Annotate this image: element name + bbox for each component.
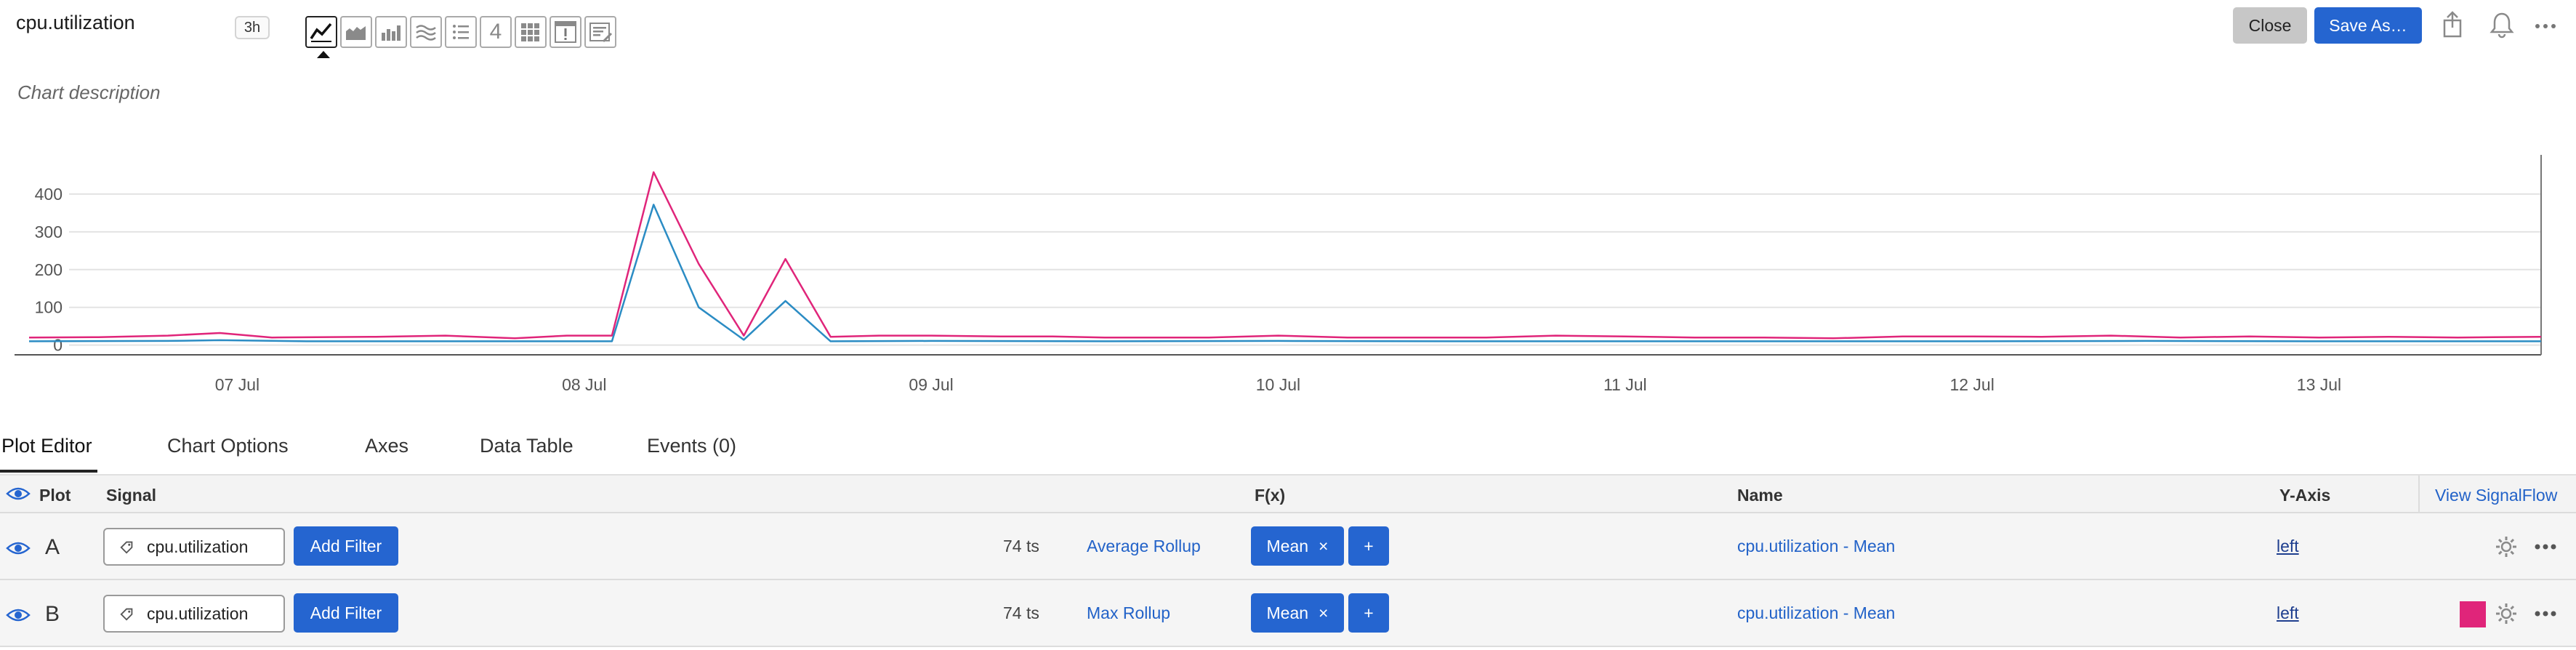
- tab-chart-options[interactable]: Chart Options: [167, 435, 289, 457]
- add-filter-button[interactable]: Add Filter: [294, 526, 398, 566]
- y-axis-link[interactable]: left: [2277, 603, 2299, 623]
- x-tick-label: 09 Jul: [909, 375, 953, 394]
- tag-icon: [120, 608, 133, 621]
- eye-icon[interactable]: [6, 606, 31, 628]
- fx-mean-pill[interactable]: Mean ×: [1251, 526, 1344, 566]
- chart-header: cpu.utilization 3h 4 Close Save As…: [0, 0, 2576, 65]
- plot-row-a: A cpu.utilization Add Filter 74 ts Avera…: [0, 513, 2576, 580]
- line-chart-icon[interactable]: [305, 16, 337, 58]
- fx-mean-label: Mean: [1266, 603, 1309, 622]
- tab-plot-editor[interactable]: Plot Editor: [1, 435, 92, 457]
- ts-count: 74 ts: [1003, 603, 1039, 622]
- header-signal: Signal: [106, 486, 157, 505]
- series-line-b: [28, 171, 2542, 340]
- chart-description[interactable]: Chart description: [17, 81, 161, 104]
- x-tick-label: 13 Jul: [2297, 375, 2341, 394]
- series-line-a: [28, 204, 2541, 342]
- tab-data-table[interactable]: Data Table: [480, 435, 573, 457]
- header-plot: Plot: [39, 486, 71, 505]
- plot-name[interactable]: cpu.utilization - Mean: [1737, 537, 1895, 556]
- table-icon[interactable]: [515, 16, 547, 48]
- fx-mean-label: Mean: [1266, 536, 1309, 555]
- gear-icon[interactable]: [2495, 535, 2518, 563]
- x-tick-label: 12 Jul: [1949, 375, 1994, 394]
- y-tick-label: 300: [35, 222, 63, 241]
- x-tick-label: 11 Jul: [1603, 375, 1647, 394]
- close-icon[interactable]: ×: [1319, 603, 1328, 623]
- tag-icon: [120, 541, 133, 554]
- signal-input[interactable]: cpu.utilization: [103, 528, 285, 566]
- heatmap-icon[interactable]: [410, 16, 442, 48]
- rollup-link[interactable]: Average Rollup: [1087, 537, 1201, 556]
- header-divider: [2418, 476, 2420, 512]
- event-feed-icon[interactable]: [550, 16, 581, 48]
- add-function-button[interactable]: +: [1348, 526, 1389, 566]
- x-tick-label: 10 Jul: [1256, 375, 1300, 394]
- more-options-icon[interactable]: [2532, 602, 2559, 630]
- view-signalflow-link[interactable]: View SignalFlow: [2435, 486, 2557, 505]
- signal-value: cpu.utilization: [147, 603, 249, 623]
- list-icon[interactable]: [445, 16, 477, 48]
- table-header: Plot Signal F(x) Name Y-Axis View Signal…: [0, 474, 2576, 513]
- tab-axes[interactable]: Axes: [365, 435, 408, 457]
- editor-tabs: Plot Editor Chart Options Axes Data Tabl…: [0, 429, 2576, 474]
- x-tick-label: 07 Jul: [215, 375, 259, 394]
- chart-title[interactable]: cpu.utilization: [16, 12, 135, 34]
- more-options-icon[interactable]: [2532, 535, 2559, 563]
- single-value-label: 4: [489, 20, 502, 44]
- y-tick-label: 100: [35, 298, 63, 317]
- share-icon[interactable]: [2436, 9, 2468, 41]
- ts-count: 74 ts: [1003, 537, 1039, 555]
- plot-letter: B: [45, 602, 60, 626]
- x-tick-label: 08 Jul: [562, 375, 606, 394]
- more-options-icon[interactable]: [2529, 9, 2561, 41]
- eye-icon[interactable]: [6, 485, 31, 507]
- bell-icon[interactable]: [2486, 9, 2518, 41]
- rollup-link[interactable]: Max Rollup: [1087, 603, 1170, 623]
- save-as-button[interactable]: Save As…: [2314, 7, 2422, 44]
- y-tick-label: 200: [35, 260, 63, 279]
- header-y-axis: Y-Axis: [2279, 486, 2331, 505]
- add-function-button[interactable]: +: [1348, 593, 1389, 633]
- eye-icon[interactable]: [6, 539, 31, 561]
- plot-row-b: B cpu.utilization Add Filter 74 ts Max R…: [0, 580, 2576, 647]
- plot-name[interactable]: cpu.utilization - Mean: [1737, 603, 1895, 623]
- tab-events[interactable]: Events (0): [647, 435, 736, 457]
- chart-type-selector: 4: [305, 16, 616, 58]
- header-name: Name: [1737, 486, 1783, 505]
- single-value-icon[interactable]: 4: [480, 16, 512, 48]
- plot-editor-table: Plot Signal F(x) Name Y-Axis View Signal…: [0, 474, 2576, 647]
- text-note-icon[interactable]: [584, 16, 616, 48]
- column-chart-icon[interactable]: [375, 16, 407, 48]
- y-axis-link[interactable]: left: [2277, 537, 2299, 556]
- signal-input[interactable]: cpu.utilization: [103, 595, 285, 633]
- time-range-badge[interactable]: 3h: [235, 16, 270, 39]
- header-fx: F(x): [1255, 486, 1286, 505]
- fx-mean-pill[interactable]: Mean ×: [1251, 593, 1344, 633]
- close-icon[interactable]: ×: [1319, 537, 1328, 556]
- plot-letter: A: [45, 535, 60, 559]
- signal-value: cpu.utilization: [147, 537, 249, 556]
- line-chart: 0 100 200 300 400 07 Jul 08 Jul 09 Jul 10 Jul 11 …: [15, 155, 2542, 394]
- gear-icon[interactable]: [2495, 602, 2518, 630]
- add-filter-button[interactable]: Add Filter: [294, 593, 398, 633]
- y-tick-label: 400: [35, 185, 63, 204]
- active-tab-indicator: [0, 470, 97, 473]
- area-chart-icon[interactable]: [340, 16, 372, 48]
- close-button[interactable]: Close: [2233, 7, 2307, 44]
- y-tick-label: 0: [53, 336, 63, 355]
- color-swatch[interactable]: [2460, 601, 2486, 627]
